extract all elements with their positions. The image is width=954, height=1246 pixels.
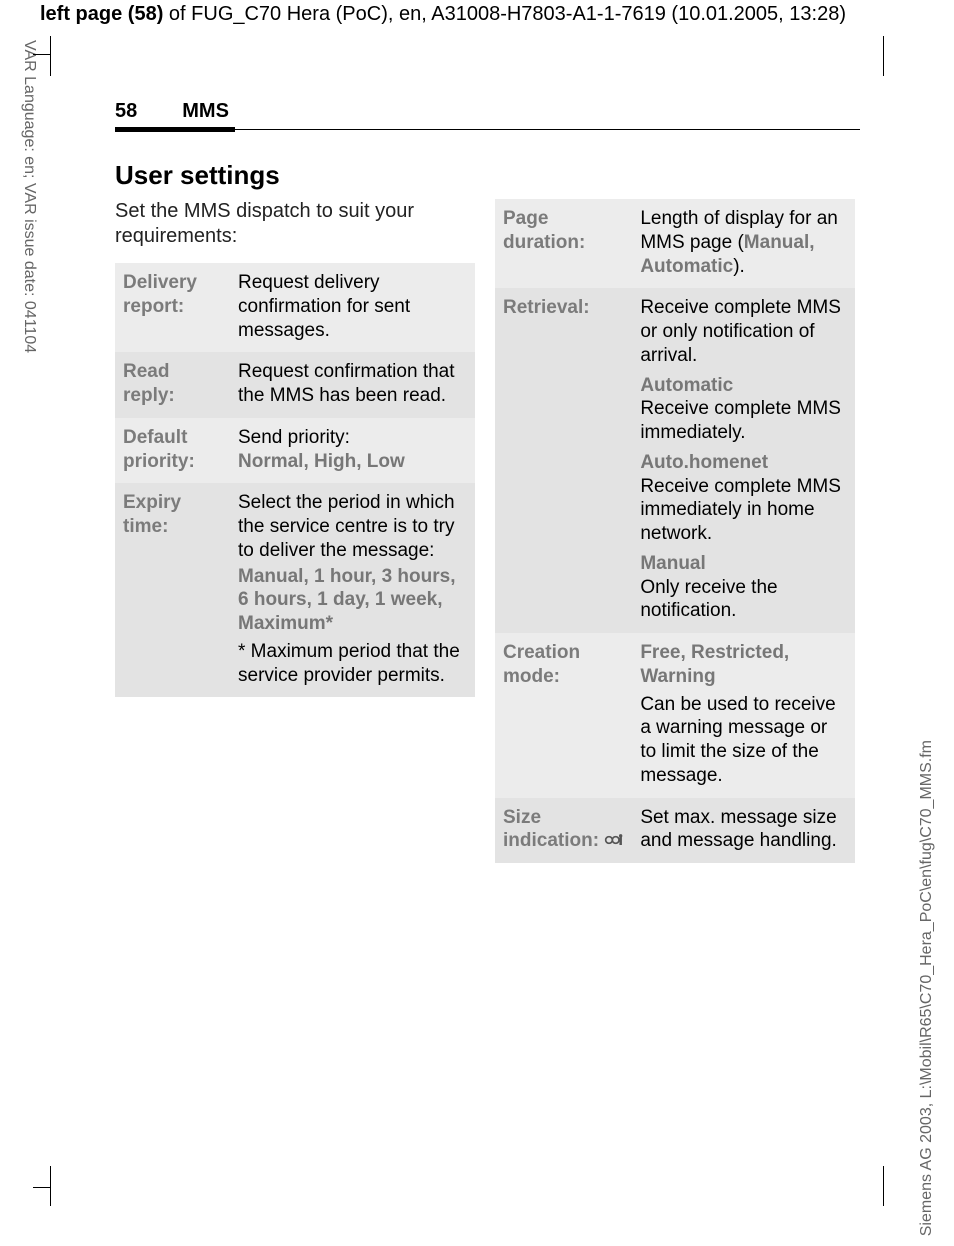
setting-desc: Receive complete MMS or only notificatio… — [632, 288, 855, 633]
setting-desc: Request delivery confirmation for sent m… — [230, 263, 475, 352]
heading-user-settings: User settings — [115, 160, 875, 191]
header-underline — [115, 127, 235, 132]
setting-desc: Free, Restricted, Warning Can be used to… — [632, 633, 855, 798]
setting-desc: Length of display for an MMS page (Manua… — [632, 199, 855, 288]
page-number: 58 — [115, 100, 137, 122]
setting-options: Normal, High, Low — [238, 451, 405, 472]
setting-options: Manual, 1 hour, 3 hours, 6 hours, 1 day,… — [238, 566, 455, 635]
crop-mark-top-left — [50, 36, 90, 76]
setting-label: Retrieval: — [495, 288, 632, 633]
table-row: Default priority: Send priority: Normal,… — [115, 418, 475, 484]
right-margin-note: Siemens AG 2003, L:\Mobil\R65\C70_Hera_P… — [918, 740, 936, 1236]
right-column: Page duration: Length of display for an … — [495, 199, 855, 863]
settings-table-left: Delivery report: Request delivery confir… — [115, 263, 475, 697]
table-row: Delivery report: Request delivery confir… — [115, 263, 475, 352]
setting-label: Size indication: — [495, 798, 632, 864]
setting-subhead: Automatic — [640, 374, 847, 398]
crop-mark-bottom-right — [882, 1166, 884, 1206]
setting-label: Page duration: — [495, 199, 632, 288]
setting-label: Delivery report: — [115, 263, 230, 352]
settings-table-right: Page duration: Length of display for an … — [495, 199, 855, 863]
page-content: User settings Set the MMS dispatch to su… — [115, 160, 875, 863]
left-margin-note: VAR Language: en; VAR issue date: 041104 — [20, 40, 38, 353]
table-row: Creation mode: Free, Restricted, Warning… — [495, 633, 855, 798]
table-row: Size indication: Set max. message size a… — [495, 798, 855, 864]
setting-options: Free, Restricted, Warning — [640, 642, 789, 687]
proof-header: left page (58) of FUG_C70 Hera (PoC), en… — [40, 3, 846, 26]
setting-subhead: Auto.homenet — [640, 451, 847, 475]
section-title: MMS — [182, 100, 229, 122]
intro-text: Set the MMS dispatch to suit your requir… — [115, 199, 475, 249]
crop-mark-top-right — [882, 36, 884, 76]
setting-desc: Request confirmation that the MMS has be… — [230, 352, 475, 418]
running-header: 58 MMS — [115, 100, 860, 130]
table-row: Retrieval: Receive complete MMS or only … — [495, 288, 855, 633]
operator-icon — [604, 830, 624, 844]
setting-label: Creation mode: — [495, 633, 632, 798]
left-column: Set the MMS dispatch to suit your requir… — [115, 199, 475, 697]
setting-desc: Select the period in which the service c… — [230, 483, 475, 697]
setting-label: Expiry time: — [115, 483, 230, 697]
setting-subhead: Manual — [640, 552, 847, 576]
table-row: Page duration: Length of display for an … — [495, 199, 855, 288]
setting-label: Read reply: — [115, 352, 230, 418]
setting-desc: Send priority: Normal, High, Low — [230, 418, 475, 484]
footnote: * Maximum period that the service provid… — [238, 640, 467, 688]
setting-desc: Set max. message size and message handli… — [632, 798, 855, 864]
setting-label: Default priority: — [115, 418, 230, 484]
crop-mark-bottom-left — [50, 1166, 90, 1206]
table-row: Expiry time: Select the period in which … — [115, 483, 475, 697]
table-row: Read reply: Request confirmation that th… — [115, 352, 475, 418]
